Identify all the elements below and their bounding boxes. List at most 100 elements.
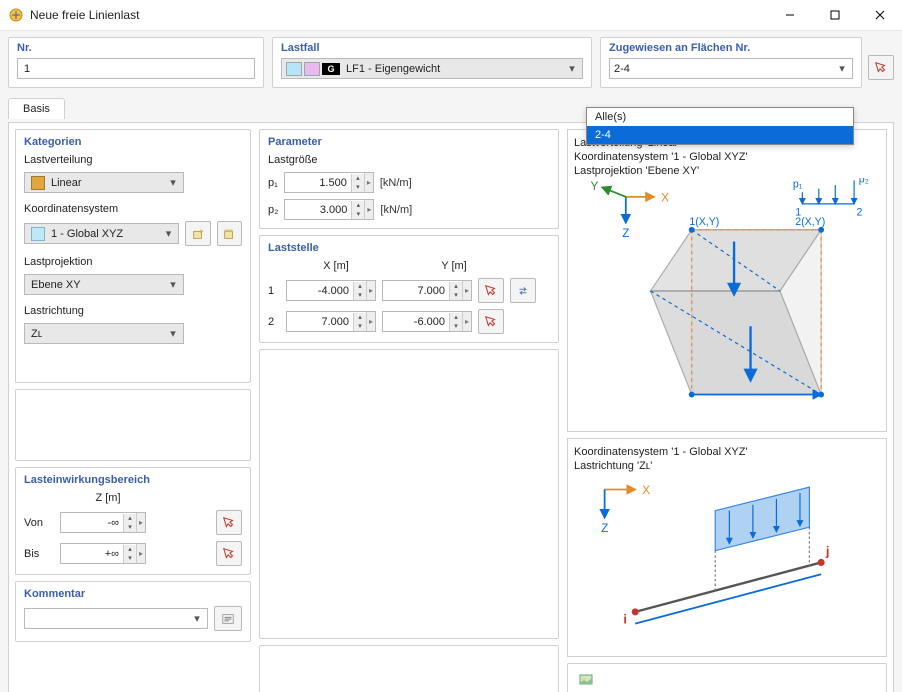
assign-dropdown-list[interactable]: Alle(s) 2-4: [586, 107, 854, 145]
coord-icon: [31, 227, 45, 241]
window-title: Neue freie Linienlast: [30, 8, 767, 22]
preview-bottom-line1: Koordinatensystem '1 - Global XYZ': [574, 445, 880, 459]
group-lasteinwirkung: Lasteinwirkungsbereich Z [m] Von -∞ ▴▾ ▸: [15, 467, 251, 575]
pick-von-button[interactable]: [216, 510, 242, 535]
y-header: Y [m]: [404, 260, 504, 272]
spin-buttons[interactable]: ▴▾: [449, 282, 462, 300]
proj-label: Lastprojektion: [24, 256, 242, 268]
linear-icon: [31, 176, 45, 190]
swap-row1-button[interactable]: [510, 278, 536, 303]
nr-label: Nr.: [17, 42, 255, 54]
kategorien-title: Kategorien: [24, 136, 242, 148]
row1-idx: 1: [268, 285, 280, 297]
groesse-label: Lastgröße: [268, 154, 550, 166]
edit-coord-button[interactable]: [217, 221, 242, 246]
koord-dropdown[interactable]: 1 - Global XYZ ▾: [24, 223, 179, 244]
row1-x-input[interactable]: -4.000 ▴▾ ▸: [286, 280, 376, 301]
col-mid: Parameter Lastgröße p₁ 1.500 ▴▾ ▸ [kN/m]…: [259, 129, 559, 692]
spin-buttons[interactable]: ▴▾: [351, 174, 364, 192]
spin-buttons[interactable]: ▴▾: [353, 313, 366, 331]
svg-text:p₁: p₁: [793, 178, 803, 190]
lastverteilung-label: Lastverteilung: [24, 154, 242, 166]
top-row: Nr. 1 Lastfall G LF1 - Eigengewicht ▾ Z: [8, 37, 894, 88]
step-button[interactable]: ▸: [364, 173, 373, 192]
koord-label: Koordinatensystem: [24, 203, 242, 215]
svg-text:j: j: [825, 544, 830, 559]
lastverteilung-dropdown[interactable]: Linear ▾: [24, 172, 184, 193]
assign-text: 2-4: [614, 63, 830, 75]
dialog-window: Neue freie Linienlast Nr. 1 Lastfall G: [0, 0, 902, 692]
von-input[interactable]: -∞ ▴▾ ▸: [60, 512, 146, 533]
row2-x-input[interactable]: 7.000 ▴▾ ▸: [286, 311, 376, 332]
bis-label: Bis: [24, 548, 54, 560]
kommentar-input[interactable]: ▾: [24, 608, 208, 629]
step-button[interactable]: ▸: [136, 513, 145, 532]
row2-y-input[interactable]: -6.000 ▴▾ ▸: [382, 311, 472, 332]
p2-label: p₂: [268, 204, 278, 216]
preview-tool-button[interactable]: [574, 668, 598, 690]
p2-input[interactable]: 3.000 ▴▾ ▸: [284, 199, 374, 220]
spin-buttons[interactable]: ▴▾: [353, 282, 366, 300]
pick-bis-button[interactable]: [216, 541, 242, 566]
assign-dropdown[interactable]: 2-4 ▾: [609, 58, 853, 79]
bis-input[interactable]: +∞ ▴▾ ▸: [60, 543, 146, 564]
svg-text:1(X,Y): 1(X,Y): [689, 216, 719, 228]
new-coord-button[interactable]: [185, 221, 210, 246]
lastfall-text: LF1 - Eigengewicht: [346, 63, 560, 75]
p2-unit: [kN/m]: [380, 204, 412, 216]
svg-text:X: X: [661, 192, 669, 205]
x-header: X [m]: [286, 260, 386, 272]
svg-text:Y: Y: [590, 180, 598, 193]
svg-text:Z: Z: [601, 522, 608, 535]
panel-assign: Zugewiesen an Flächen Nr. 2-4 ▾: [600, 37, 862, 88]
kommentar-edit-button[interactable]: [214, 606, 242, 631]
lastfall-swatches: G: [286, 62, 340, 76]
preview-top-line3: Lastprojektion 'Ebene XY': [574, 164, 880, 178]
mid-placeholder-panel: [259, 349, 559, 639]
p1-unit: [kN/m]: [380, 177, 412, 189]
preview-bottom-line2: Lastrichtung 'Zʟ': [574, 459, 880, 473]
nr-input[interactable]: 1: [17, 58, 255, 79]
lastfall-dropdown[interactable]: G LF1 - Eigengewicht ▾: [281, 58, 583, 79]
assign-option-2-4[interactable]: 2-4: [587, 126, 853, 144]
p1-label: p₁: [268, 177, 278, 189]
step-button[interactable]: ▸: [462, 312, 471, 331]
pick-surface-button[interactable]: [868, 55, 894, 80]
chevron-down-icon: ▾: [167, 176, 179, 189]
col-right: Lastverteilung 'Linear' Koordinatensyste…: [567, 129, 887, 692]
close-button[interactable]: [857, 0, 902, 30]
chevron-down-icon: ▾: [167, 278, 179, 291]
pick-row1-button[interactable]: [478, 278, 504, 303]
p1-input[interactable]: 1.500 ▴▾ ▸: [284, 172, 374, 193]
step-button[interactable]: ▸: [366, 312, 375, 331]
step-button[interactable]: ▸: [462, 281, 471, 300]
spin-buttons[interactable]: ▴▾: [123, 514, 136, 532]
group-parameter: Parameter Lastgröße p₁ 1.500 ▴▾ ▸ [kN/m]…: [259, 129, 559, 229]
proj-dropdown[interactable]: Ebene XY ▾: [24, 274, 184, 295]
pick-row2-button[interactable]: [478, 309, 504, 334]
tab-basis[interactable]: Basis: [8, 98, 65, 119]
minimize-button[interactable]: [767, 0, 812, 30]
step-button[interactable]: ▸: [136, 544, 145, 563]
step-button[interactable]: ▸: [364, 200, 373, 219]
panel-nr: Nr. 1: [8, 37, 264, 88]
richt-label: Lastrichtung: [24, 305, 242, 317]
row2-idx: 2: [268, 316, 280, 328]
spin-buttons[interactable]: ▴▾: [351, 201, 364, 219]
spin-buttons[interactable]: ▴▾: [123, 545, 136, 563]
app-icon: [8, 7, 24, 23]
group-laststelle: Laststelle X [m] Y [m] 1 -4.000 ▴▾ ▸: [259, 235, 559, 343]
svg-text:Z: Z: [622, 227, 629, 240]
maximize-button[interactable]: [812, 0, 857, 30]
spin-buttons[interactable]: ▴▾: [449, 313, 462, 331]
window-controls: [767, 0, 902, 30]
assign-label: Zugewiesen an Flächen Nr.: [609, 42, 853, 54]
row1-y-input[interactable]: 7.000 ▴▾ ▸: [382, 280, 472, 301]
laststelle-title: Laststelle: [268, 242, 550, 254]
richt-dropdown[interactable]: Zʟ ▾: [24, 323, 184, 344]
assign-option-all[interactable]: Alle(s): [587, 108, 853, 126]
svg-text:2(X,Y): 2(X,Y): [795, 216, 825, 228]
step-button[interactable]: ▸: [366, 281, 375, 300]
preview-top: Lastverteilung 'Linear' Koordinatensyste…: [567, 129, 887, 432]
group-kategorien: Kategorien Lastverteilung Linear ▾ Koord…: [15, 129, 251, 383]
